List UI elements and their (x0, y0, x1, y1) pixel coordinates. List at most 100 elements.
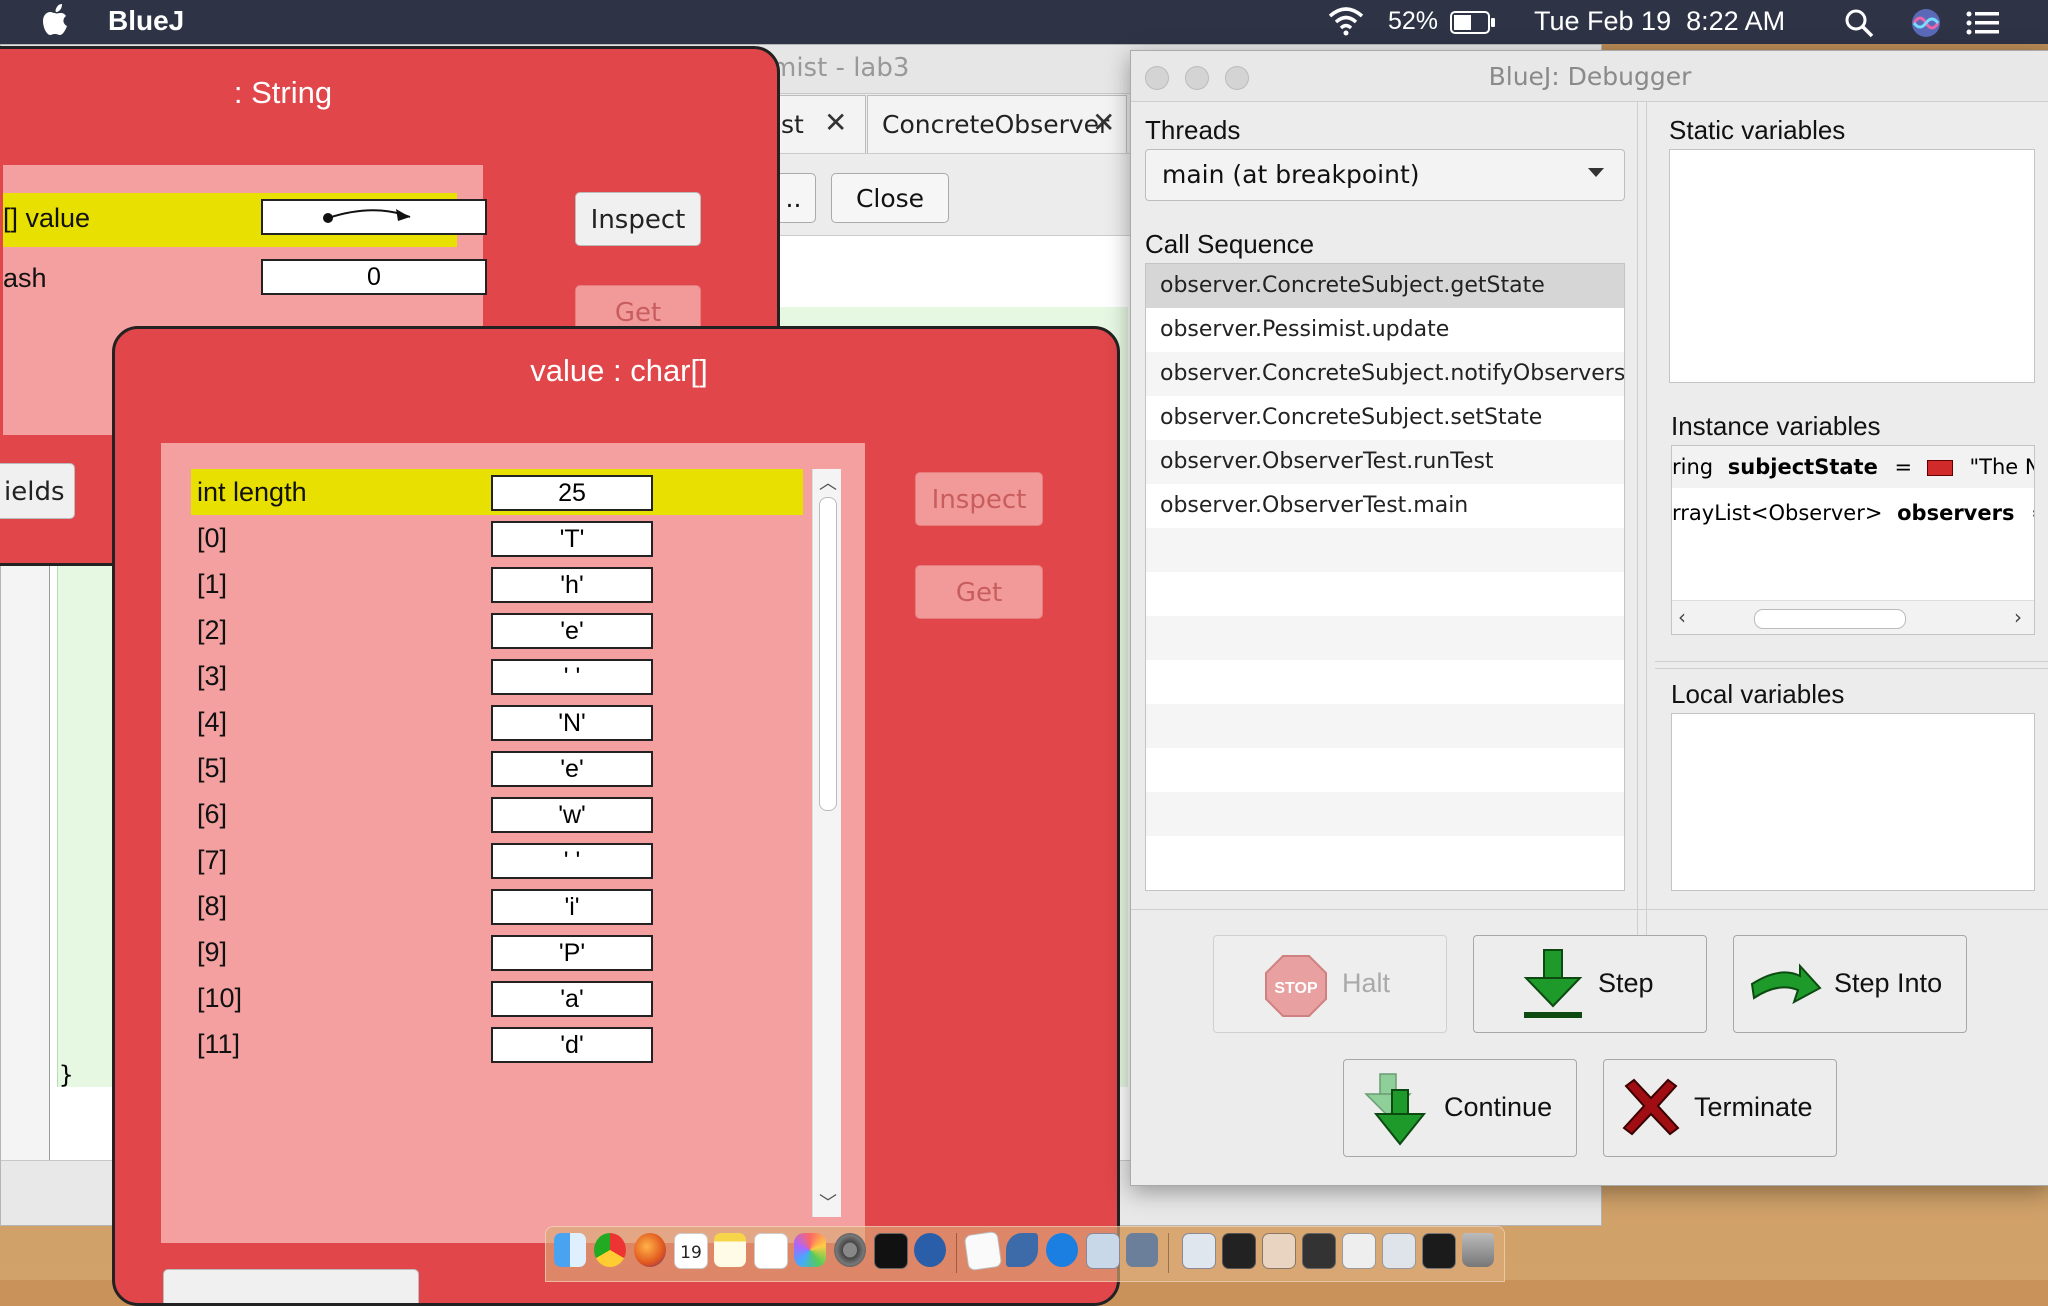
bluej-tree-icon[interactable] (914, 1233, 946, 1267)
scroll-up-icon[interactable]: ︿ (819, 469, 837, 495)
notes-icon[interactable] (714, 1233, 746, 1267)
instance-var-row[interactable]: rrayList<Observer> observers = (1672, 492, 2034, 534)
array-element-row[interactable]: [3] ' ' (191, 653, 803, 699)
app-store-icon[interactable] (1046, 1233, 1078, 1267)
field-value-hash[interactable]: 0 (261, 259, 487, 295)
get-button[interactable]: Get (915, 565, 1043, 619)
array-element-row[interactable]: [0] 'T' (191, 515, 803, 561)
field-value[interactable]: ' ' (491, 843, 653, 879)
array-element-row[interactable]: [5] 'e' (191, 745, 803, 791)
reminders-icon[interactable] (754, 1233, 788, 1269)
array-element-row[interactable]: [7] ' ' (191, 837, 803, 883)
call-sequence-empty-row[interactable] (1146, 836, 1624, 880)
halt-button[interactable]: STOP Halt (1213, 935, 1447, 1033)
chrome-icon[interactable] (594, 1233, 626, 1267)
siri-icon[interactable] (1910, 7, 1942, 46)
array-element-row[interactable]: [4] 'N' (191, 699, 803, 745)
bluej-app-icon[interactable] (1126, 1233, 1158, 1267)
trash-icon[interactable] (1462, 1233, 1494, 1267)
call-sequence-item[interactable]: observer.Pessimist.update (1146, 308, 1624, 352)
field-value-reference[interactable] (261, 199, 487, 235)
menu-clock[interactable]: Tue Feb 19 8:22 AM (1534, 6, 1785, 37)
minimized-window-icon[interactable] (1422, 1233, 1456, 1269)
close-editor-button[interactable]: Close (831, 173, 949, 223)
horizontal-scrollbar[interactable]: ‹ › (1672, 600, 2034, 634)
scrollbar-thumb[interactable] (1754, 609, 1906, 629)
minimized-window-icon[interactable] (1302, 1233, 1336, 1269)
array-element-row[interactable]: [10] 'a' (191, 975, 803, 1021)
continue-button[interactable]: Continue (1343, 1059, 1577, 1157)
battery-icon[interactable] (1450, 10, 1496, 42)
field-value[interactable]: 'a' (491, 981, 653, 1017)
close-inspector-button[interactable] (163, 1269, 419, 1303)
app-name-menu[interactable]: BlueJ (108, 5, 184, 37)
close-tab-icon[interactable]: ✕ (824, 106, 847, 139)
scroll-left-icon[interactable]: ‹ (1678, 605, 1686, 629)
instance-var-row[interactable]: ring subjectState = "The New (1672, 446, 2034, 488)
wifi-icon[interactable] (1326, 6, 1366, 43)
field-value[interactable]: ' ' (491, 659, 653, 695)
field-value[interactable]: 'w' (491, 797, 653, 833)
field-value[interactable]: 'i' (491, 889, 653, 925)
tab-pessimist[interactable]: ist ✕ (771, 95, 866, 153)
field-value[interactable]: 'e' (491, 613, 653, 649)
field-value[interactable]: 'd' (491, 1027, 653, 1063)
tab-concreteobserver[interactable]: ConcreteObserver ✕ (867, 95, 1127, 153)
minimized-window-icon[interactable] (1382, 1233, 1416, 1269)
inspect-button[interactable]: Inspect (915, 472, 1043, 526)
array-element-row[interactable]: [11] 'd' (191, 1021, 803, 1067)
call-sequence-empty-row[interactable] (1146, 792, 1624, 836)
call-sequence-empty-row[interactable] (1146, 528, 1624, 572)
inspect-button[interactable]: Inspect (575, 192, 701, 246)
scrollbar-thumb[interactable] (819, 497, 837, 811)
spotlight-search-icon[interactable] (1844, 8, 1874, 45)
call-sequence-item[interactable]: observer.ObserverTest.main (1146, 484, 1624, 528)
field-value[interactable]: 'e' (491, 751, 653, 787)
array-element-row[interactable]: [6] 'w' (191, 791, 803, 837)
minimized-window-icon[interactable] (1182, 1233, 1216, 1269)
array-element-row[interactable]: [9] 'P' (191, 929, 803, 975)
terminal-icon[interactable] (874, 1233, 908, 1269)
array-element-row[interactable]: [2] 'e' (191, 607, 803, 653)
system-preferences-icon[interactable] (834, 1233, 866, 1267)
pane-divider[interactable] (1637, 101, 1647, 951)
threads-dropdown[interactable]: main (at breakpoint) (1145, 149, 1625, 201)
call-sequence-item[interactable]: observer.ConcreteSubject.notifyObservers (1146, 352, 1624, 396)
call-sequence-empty-row[interactable] (1146, 704, 1624, 748)
scroll-right-icon[interactable]: › (2014, 605, 2022, 629)
array-scrollbar[interactable]: ︿ ﹀ (812, 469, 841, 1217)
preview-icon[interactable] (1086, 1233, 1120, 1269)
step-button[interactable]: Step (1473, 935, 1707, 1033)
apple-menu-icon[interactable] (40, 2, 70, 44)
call-sequence-item[interactable]: observer.ConcreteSubject.getState (1146, 264, 1624, 308)
scroll-down-icon[interactable]: ﹀ (819, 1189, 837, 1215)
call-sequence-empty-row[interactable] (1146, 616, 1624, 660)
call-sequence-item[interactable]: observer.ObserverTest.runTest (1146, 440, 1624, 484)
close-tab-icon[interactable]: ✕ (1092, 106, 1115, 139)
field-row-length[interactable]: int length 25 (191, 469, 803, 515)
bluej-bird-icon[interactable] (1006, 1233, 1038, 1267)
firefox-icon[interactable] (634, 1233, 666, 1267)
terminate-button[interactable]: Terminate (1603, 1059, 1837, 1157)
step-into-button[interactable]: Step Into (1733, 935, 1967, 1033)
call-sequence-empty-row[interactable] (1146, 660, 1624, 704)
call-sequence-item[interactable]: observer.ConcreteSubject.setState (1146, 396, 1624, 440)
call-sequence-empty-row[interactable] (1146, 572, 1624, 616)
minimized-window-icon[interactable] (1222, 1233, 1256, 1269)
field-value[interactable]: 'N' (491, 705, 653, 741)
photos-icon[interactable] (794, 1233, 826, 1267)
field-value[interactable]: 'P' (491, 935, 653, 971)
calendar-icon[interactable]: 19 (674, 1233, 708, 1269)
show-fields-button[interactable]: ields (0, 463, 75, 519)
notification-center-icon[interactable] (1966, 10, 2000, 42)
field-value[interactable]: 'h' (491, 567, 653, 603)
field-value[interactable]: 25 (491, 475, 653, 511)
textedit-icon[interactable] (963, 1230, 1003, 1272)
array-element-row[interactable]: [1] 'h' (191, 561, 803, 607)
minimized-window-icon[interactable] (1262, 1233, 1296, 1269)
finder-icon[interactable] (554, 1233, 586, 1267)
call-sequence-empty-row[interactable] (1146, 748, 1624, 792)
array-element-row[interactable]: [8] 'i' (191, 883, 803, 929)
field-value[interactable]: 'T' (491, 521, 653, 557)
pane-divider[interactable] (1655, 661, 2048, 669)
